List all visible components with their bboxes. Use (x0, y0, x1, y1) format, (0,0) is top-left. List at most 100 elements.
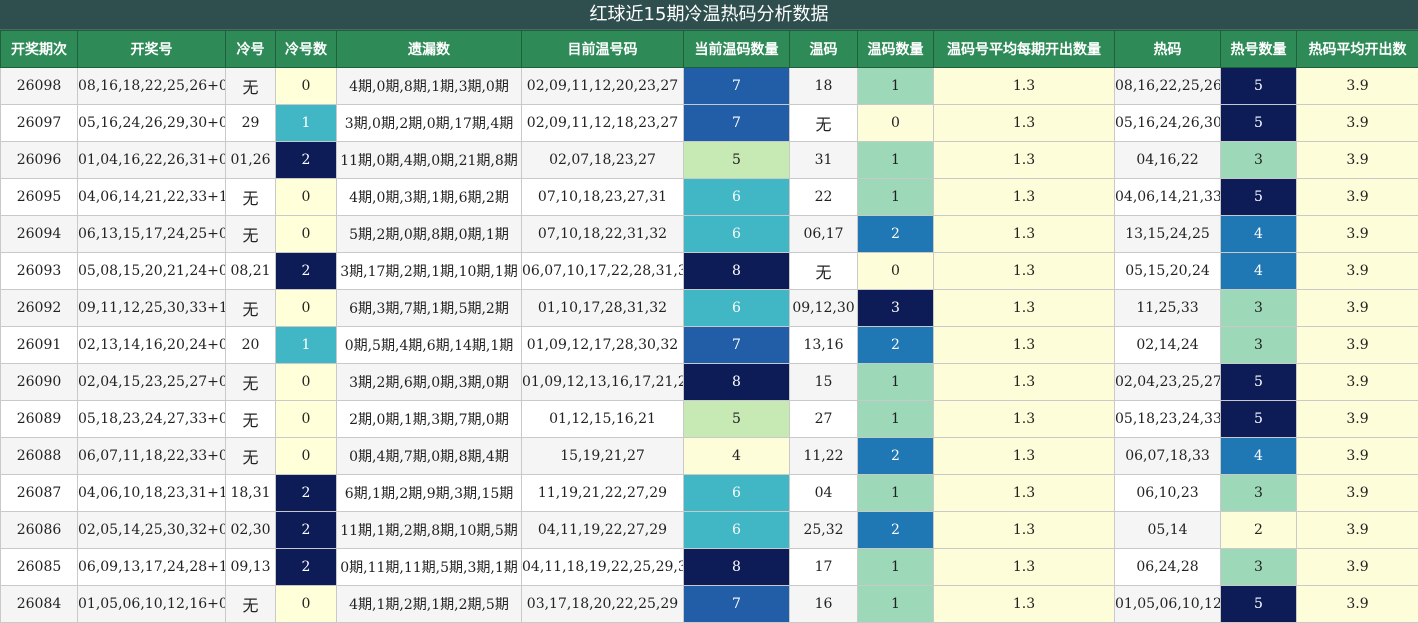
cell-col-warm: 25,32 (790, 512, 858, 549)
cell-col-warm-avg: 1.3 (934, 364, 1115, 401)
cell-col-hot-avg: 3.9 (1297, 438, 1418, 475)
cell-col-hot-count: 3 (1221, 549, 1297, 586)
cell-col-period: 26095 (1, 179, 78, 216)
cell-col-missing: 11期,1期,2期,8期,10期,5期 (337, 512, 522, 549)
analysis-table: 开奖期次开奖号冷号冷号数遗漏数目前温号码当前温码数量温码温码数量温码号平均每期开… (0, 30, 1418, 623)
cell-col-hot: 01,05,06,10,12 (1115, 586, 1221, 623)
cell-col-missing: 6期,3期,7期,1期,5期,2期 (337, 290, 522, 327)
cell-col-current-warm: 02,09,11,12,18,23,27 (522, 105, 684, 142)
cell-col-current-warm: 01,09,12,17,28,30,32 (522, 327, 684, 364)
cell-col-hot-count: 2 (1221, 512, 1297, 549)
cell-col-missing: 5期,2期,0期,8期,0期,1期 (337, 216, 522, 253)
cell-col-hot: 05,14 (1115, 512, 1221, 549)
cell-col-cold-count: 1 (276, 105, 337, 142)
cell-col-cold-count: 0 (276, 68, 337, 105)
cell-col-hot-avg: 3.9 (1297, 549, 1418, 586)
cell-col-cold-numbers: 无 (226, 68, 276, 105)
cell-col-current-warm: 04,11,18,19,22,25,29,32 (522, 549, 684, 586)
cell-col-hot: 02,14,24 (1115, 327, 1221, 364)
cell-col-period: 26097 (1, 105, 78, 142)
cell-col-current-warm-count: 6 (684, 512, 790, 549)
cell-col-current-warm: 07,10,18,22,31,32 (522, 216, 684, 253)
table-row: 2608905,18,23,24,27,33+03无02期,0期,1期,3期,7… (1, 401, 1418, 438)
cell-col-current-warm: 04,11,19,22,27,29 (522, 512, 684, 549)
cell-col-period: 26085 (1, 549, 78, 586)
cell-col-warm: 17 (790, 549, 858, 586)
cell-col-hot-avg: 3.9 (1297, 586, 1418, 623)
cell-col-hot: 06,07,18,33 (1115, 438, 1221, 475)
cell-col-cold-numbers: 无 (226, 438, 276, 475)
table-row: 2608704,06,10,18,23,31+1118,3126期,1期,2期,… (1, 475, 1418, 512)
cell-col-hot: 08,16,22,25,26 (1115, 68, 1221, 105)
cell-col-cold-numbers: 08,21 (226, 253, 276, 290)
cell-col-cold-numbers: 无 (226, 179, 276, 216)
cell-col-missing: 3期,17期,2期,1期,10期,1期 (337, 253, 522, 290)
cell-col-warm: 27 (790, 401, 858, 438)
cell-col-period: 26084 (1, 586, 78, 623)
cell-col-hot-count: 3 (1221, 142, 1297, 179)
cell-col-hot-avg: 3.9 (1297, 253, 1418, 290)
cell-col-period: 26087 (1, 475, 78, 512)
table-row: 2609305,08,15,20,21,24+0908,2123期,17期,2期… (1, 253, 1418, 290)
cell-col-cold-count: 2 (276, 549, 337, 586)
table-row: 2608506,09,13,17,24,28+1509,1320期,11期,11… (1, 549, 1418, 586)
table-row: 2609504,06,14,21,22,33+16无04期,0期,3期,1期,6… (1, 179, 1418, 216)
cell-col-current-warm-count: 7 (684, 105, 790, 142)
cell-col-warm-count: 2 (858, 327, 934, 364)
cell-col-cold-numbers: 01,26 (226, 142, 276, 179)
cell-col-missing: 0期,11期,11期,5期,3期,1期 (337, 549, 522, 586)
cell-col-missing: 6期,1期,2期,9期,3期,15期 (337, 475, 522, 512)
cell-col-cold-numbers: 18,31 (226, 475, 276, 512)
cell-col-draw-numbers: 01,04,16,22,26,31+04 (78, 142, 226, 179)
cell-col-draw-numbers: 06,13,15,17,24,25+01 (78, 216, 226, 253)
cell-col-hot-count: 5 (1221, 105, 1297, 142)
table-row: 2609002,04,15,23,25,27+03无03期,2期,6期,0期,3… (1, 364, 1418, 401)
cell-col-current-warm-count: 5 (684, 401, 790, 438)
cell-col-current-warm: 01,12,15,16,21 (522, 401, 684, 438)
table-row: 2609102,13,14,16,20,24+052010期,5期,4期,6期,… (1, 327, 1418, 364)
cell-col-warm: 无 (790, 253, 858, 290)
cell-col-warm: 无 (790, 105, 858, 142)
cell-col-draw-numbers: 02,05,14,25,30,32+05 (78, 512, 226, 549)
cell-col-hot-avg: 3.9 (1297, 216, 1418, 253)
header-col-warm-count: 温码数量 (858, 31, 934, 68)
cell-col-warm-avg: 1.3 (934, 216, 1115, 253)
cell-col-period: 26093 (1, 253, 78, 290)
header-col-cold-count: 冷号数 (276, 31, 337, 68)
table-row: 2609406,13,15,17,24,25+01无05期,2期,0期,8期,0… (1, 216, 1418, 253)
cell-col-warm-avg: 1.3 (934, 105, 1115, 142)
cell-col-warm-avg: 1.3 (934, 253, 1115, 290)
cell-col-current-warm: 01,10,17,28,31,32 (522, 290, 684, 327)
cell-col-hot-avg: 3.9 (1297, 142, 1418, 179)
cell-col-warm-count: 1 (858, 401, 934, 438)
cell-col-hot-count: 5 (1221, 364, 1297, 401)
cell-col-missing: 11期,0期,4期,0期,21期,8期 (337, 142, 522, 179)
table-body: 2609808,16,18,22,25,26+07无04期,0期,8期,1期,3… (1, 68, 1418, 623)
cell-col-current-warm: 11,19,21,22,27,29 (522, 475, 684, 512)
cell-col-warm-count: 1 (858, 549, 934, 586)
cell-col-hot-avg: 3.9 (1297, 327, 1418, 364)
cell-col-period: 26096 (1, 142, 78, 179)
cell-col-current-warm-count: 8 (684, 549, 790, 586)
cell-col-hot-avg: 3.9 (1297, 364, 1418, 401)
page: 红球近15期冷温热码分析数据 开奖期次开奖号冷号冷号数遗漏数目前温号码当前温码数… (0, 0, 1418, 622)
cell-col-warm-count: 1 (858, 586, 934, 623)
cell-col-warm-avg: 1.3 (934, 327, 1115, 364)
cell-col-warm-count: 0 (858, 105, 934, 142)
cell-col-current-warm-count: 7 (684, 327, 790, 364)
cell-col-warm-count: 1 (858, 179, 934, 216)
cell-col-hot-count: 4 (1221, 216, 1297, 253)
cell-col-cold-count: 2 (276, 512, 337, 549)
cell-col-period: 26086 (1, 512, 78, 549)
cell-col-hot-avg: 3.9 (1297, 475, 1418, 512)
cell-col-hot-count: 5 (1221, 586, 1297, 623)
cell-col-draw-numbers: 02,13,14,16,20,24+05 (78, 327, 226, 364)
cell-col-draw-numbers: 02,04,15,23,25,27+03 (78, 364, 226, 401)
cell-col-draw-numbers: 05,16,24,26,29,30+02 (78, 105, 226, 142)
cell-col-warm-count: 2 (858, 438, 934, 475)
cell-col-missing: 3期,0期,2期,0期,17期,4期 (337, 105, 522, 142)
cell-col-cold-count: 2 (276, 475, 337, 512)
cell-col-current-warm-count: 5 (684, 142, 790, 179)
cell-col-cold-numbers: 02,30 (226, 512, 276, 549)
cell-col-warm: 22 (790, 179, 858, 216)
